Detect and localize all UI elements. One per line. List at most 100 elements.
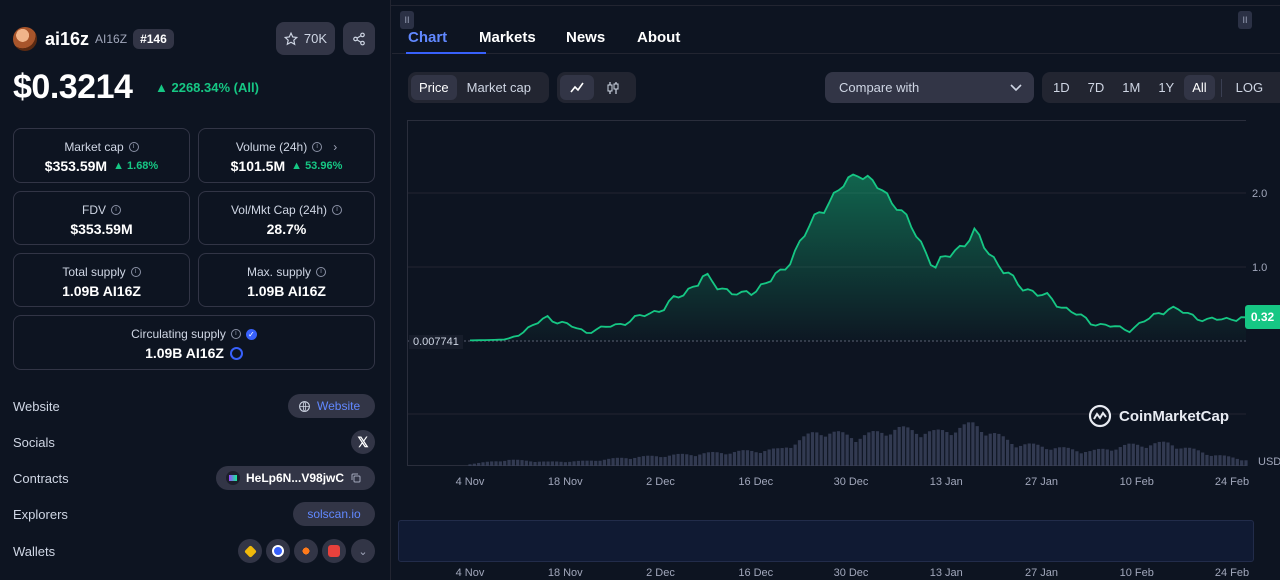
volume-bar xyxy=(988,433,992,466)
volume-bar xyxy=(823,436,828,466)
volume-bar xyxy=(1157,441,1161,466)
volume-bar xyxy=(1153,443,1157,466)
volume-bar xyxy=(893,429,897,466)
x-tick-label: 13 Jan xyxy=(929,476,963,488)
volume-bar xyxy=(1114,449,1118,466)
volume-bar xyxy=(1196,450,1200,466)
coinmarketcap-logo-icon xyxy=(1088,404,1112,428)
volume-bar xyxy=(1131,443,1135,466)
volume-bar xyxy=(1227,456,1231,466)
volume-bar xyxy=(1005,439,1010,466)
volume-bar xyxy=(1118,447,1122,466)
volume-bar xyxy=(1044,449,1049,466)
volume-bar xyxy=(706,452,711,466)
volume-bar xyxy=(1079,453,1083,466)
volume-bar xyxy=(867,432,871,466)
volume-bar xyxy=(494,461,498,466)
volume-bar xyxy=(737,450,741,466)
volume-bar xyxy=(1166,442,1170,466)
volume-bar xyxy=(628,458,633,466)
volume-bar xyxy=(997,433,1001,466)
volume-bar xyxy=(1162,441,1166,466)
volume-bar xyxy=(533,461,537,466)
volume-bar xyxy=(936,429,940,466)
volume-bar xyxy=(1235,458,1239,466)
volume-bar xyxy=(568,461,572,466)
volume-bar xyxy=(901,426,906,466)
volume-bar xyxy=(858,438,862,466)
navigator-right-handle[interactable]: II xyxy=(1238,11,1252,29)
volume-bar xyxy=(702,453,706,466)
x-tick-label: 30 Dec xyxy=(833,476,869,488)
volume-bar xyxy=(802,436,806,466)
volume-bar xyxy=(958,427,962,466)
volume-bar xyxy=(585,460,589,466)
volume-bar xyxy=(741,450,745,466)
volume-bar xyxy=(1244,460,1248,466)
x-tick-label: 24 Feb xyxy=(1214,476,1250,488)
volume-bar xyxy=(1231,457,1235,466)
volume-bar xyxy=(745,450,750,466)
volume-bar xyxy=(854,441,858,466)
volume-bar xyxy=(507,459,511,466)
volume-bar xyxy=(1240,460,1244,466)
navigator-x-tick-label: 4 Nov xyxy=(455,567,485,579)
volume-bar xyxy=(481,462,485,466)
volume-bar xyxy=(919,437,923,466)
volume-bar xyxy=(516,459,520,466)
navigator-x-tick-label: 18 Nov xyxy=(547,567,583,579)
navigator-x-tick-label: 13 Jan xyxy=(929,567,963,579)
volume-bar xyxy=(875,431,880,466)
volume-bar xyxy=(485,461,489,466)
volume-bar xyxy=(832,431,836,466)
volume-bar xyxy=(646,455,650,466)
volume-bar xyxy=(1036,444,1040,466)
x-tick-label: 16 Dec xyxy=(738,476,774,488)
volume-bar xyxy=(537,461,541,466)
volume-bar xyxy=(1123,444,1127,466)
volume-bar xyxy=(754,452,758,466)
volume-bar xyxy=(728,453,732,466)
volume-bar xyxy=(862,435,867,466)
volume-bar xyxy=(654,456,659,466)
volume-bar xyxy=(598,460,602,466)
price-area xyxy=(470,174,1246,341)
volume-bar xyxy=(555,461,559,466)
volume-bar xyxy=(758,452,763,466)
volume-bar xyxy=(1010,444,1014,466)
volume-bar xyxy=(1136,444,1140,466)
volume-bar xyxy=(1110,450,1114,466)
range-navigator[interactable] xyxy=(398,520,1254,562)
navigator-left-handle[interactable]: II xyxy=(400,11,414,29)
x-tick-label: 2 Dec xyxy=(646,476,675,488)
volume-bar xyxy=(581,460,585,466)
currency-unit-label: USD xyxy=(1258,456,1280,468)
navigator-x-tick-label: 27 Jan xyxy=(1024,567,1059,579)
volume-bar xyxy=(633,457,637,466)
volume-bar xyxy=(819,435,823,466)
baseline-price-label: 0.007741 xyxy=(409,335,463,349)
volume-bar xyxy=(563,462,567,466)
x-tick-label: 4 Nov xyxy=(455,476,485,488)
volume-bar xyxy=(784,447,789,466)
volume-bar xyxy=(1014,447,1018,466)
volume-bar xyxy=(472,463,476,466)
volume-bar xyxy=(1188,447,1192,466)
navigator-x-tick-label: 2 Dec xyxy=(646,567,675,579)
watermark-text: CoinMarketCap xyxy=(1119,407,1230,425)
volume-bar xyxy=(810,432,815,466)
volume-bar xyxy=(910,430,914,466)
y-tick-label: 2.0 xyxy=(1252,188,1268,200)
volume-bar xyxy=(685,454,689,466)
volume-bar xyxy=(719,453,724,466)
volume-bar xyxy=(1027,443,1031,466)
volume-bar xyxy=(1053,448,1057,466)
volume-bar xyxy=(880,432,884,466)
volume-bar xyxy=(676,453,680,466)
volume-bar xyxy=(1105,449,1109,466)
volume-bar xyxy=(698,454,702,466)
volume-bar xyxy=(771,448,776,466)
volume-bar xyxy=(650,455,654,466)
volume-bar xyxy=(468,464,472,466)
volume-bar xyxy=(637,456,641,466)
